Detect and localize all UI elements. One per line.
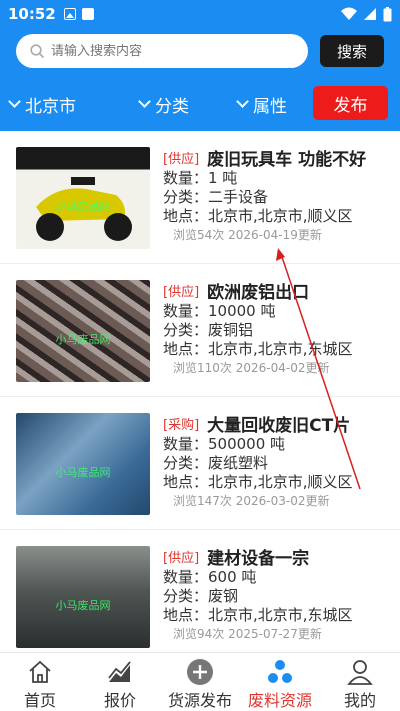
tab-mine[interactable]: 我的 (320, 653, 400, 711)
chevron-down-icon (8, 95, 21, 108)
thumbnail-watermark: 小马废品网 (55, 466, 111, 479)
list-item[interactable]: 小马废品网 [采购] 大量回收废旧CT片 数量：500000 吨 分类：废纸塑料… (0, 397, 400, 530)
tab-waste-resources[interactable]: 废料资源 (240, 653, 320, 711)
listing-category: 分类：废钢 (163, 587, 239, 605)
search-input[interactable] (51, 43, 281, 59)
listing-location: 地点：北京市,北京市,东城区 (163, 340, 353, 358)
listing-quantity: 数量：600 吨 (163, 568, 257, 586)
search-icon (30, 43, 45, 58)
tab-label: 我的 (343, 691, 376, 710)
thumbnail-watermark: 小马废品网 (55, 200, 111, 213)
signal-icon (364, 8, 376, 20)
listing-location: 地点：北京市,北京市,东城区 (163, 606, 353, 624)
listing-meta: 浏览94次 2025-07-27更新 (173, 627, 322, 641)
attribute-filter[interactable]: 属性 (236, 92, 287, 117)
city-filter[interactable]: 北京市 (8, 92, 76, 117)
listing-location: 地点：北京市,北京市,顺义区 (163, 473, 353, 491)
listing-title: 欧洲废铝出口 (207, 282, 310, 303)
listing-meta: 浏览147次 2026-03-02更新 (173, 494, 330, 508)
city-filter-label: 北京市 (25, 96, 76, 117)
listing-tag: [供应] (163, 151, 200, 167)
thumbnail-watermark: 小马废品网 (55, 333, 111, 346)
listing-thumbnail: 小马废品网 (16, 546, 150, 648)
battery-icon (383, 6, 392, 21)
filter-bar: 北京市 分类 属性 发布 (0, 86, 400, 122)
attribute-filter-label: 属性 (253, 96, 287, 117)
listing-category: 分类：废铜铝 (163, 321, 254, 339)
list-item[interactable]: 小马废品网 [供应] 建材设备一宗 数量：600 吨 分类：废钢 地点：北京市,… (0, 530, 400, 652)
tab-home[interactable]: 首页 (0, 653, 80, 711)
notification-icon (81, 8, 94, 20)
category-filter[interactable]: 分类 (138, 92, 189, 117)
listing-thumbnail: 小马废品网 (16, 413, 150, 515)
listing-title: 大量回收废旧CT片 (207, 415, 351, 436)
listing-category: 分类：废纸塑料 (163, 454, 269, 472)
resources-icon (268, 660, 292, 683)
search-bar: 搜索 (16, 34, 384, 68)
listing-meta: 浏览54次 2026-04-19更新 (173, 228, 322, 242)
chevron-down-icon (138, 95, 151, 108)
thumbnail-watermark: 小马废品网 (55, 599, 111, 612)
plus-circle-icon (187, 659, 213, 685)
tab-label: 废料资源 (247, 691, 312, 710)
listing-quantity: 数量：10000 吨 (163, 302, 276, 320)
listing-location: 地点：北京市,北京市,顺义区 (163, 207, 353, 225)
listing-quantity: 数量：500000 吨 (163, 435, 286, 453)
listing-tag: [供应] (163, 550, 200, 566)
listing-thumbnail: 小马废品网 (16, 280, 150, 382)
list-item[interactable]: 小马废品网 [供应] 废旧玩具车 功能不好 数量：1 吨 分类：二手设备 地点：… (0, 131, 400, 264)
bottom-tab-bar: 首页 报价 货源发布 废料资源 我的 (0, 652, 400, 711)
gallery-icon (63, 8, 76, 20)
search-field[interactable] (16, 34, 308, 68)
tab-publish-goods[interactable]: 货源发布 (160, 653, 240, 711)
listing-category: 分类：二手设备 (163, 188, 269, 206)
listing-thumbnail: 小马废品网 (16, 147, 150, 249)
status-time: 10:52 (8, 5, 56, 23)
listing-title: 建材设备一宗 (207, 548, 310, 569)
chevron-down-icon (236, 95, 249, 108)
listing-meta: 浏览110次 2026-04-02更新 (173, 361, 330, 375)
listing-tag: [采购] (163, 417, 200, 433)
listing-list: 小马废品网 [供应] 废旧玩具车 功能不好 数量：1 吨 分类：二手设备 地点：… (0, 131, 400, 652)
header: 10:52 搜索 北京市 分类 属性 发布 (0, 0, 400, 131)
publish-button[interactable]: 发布 (313, 86, 388, 120)
tab-label: 报价 (103, 691, 136, 710)
tab-label: 货源发布 (167, 691, 232, 710)
list-item[interactable]: 小马废品网 [供应] 欧洲废铝出口 数量：10000 吨 分类：废铜铝 地点：北… (0, 264, 400, 397)
tab-quotes[interactable]: 报价 (80, 653, 160, 711)
status-bar: 10:52 (0, 0, 400, 28)
tab-label: 首页 (23, 691, 56, 710)
listing-tag: [供应] (163, 284, 200, 300)
listing-quantity: 数量：1 吨 (163, 169, 238, 187)
listing-title: 废旧玩具车 功能不好 (207, 149, 367, 170)
wifi-icon (341, 7, 357, 20)
user-icon (347, 660, 373, 685)
search-button[interactable]: 搜索 (320, 35, 384, 67)
chart-icon (108, 661, 131, 682)
category-filter-label: 分类 (155, 96, 189, 117)
home-icon (29, 660, 51, 683)
